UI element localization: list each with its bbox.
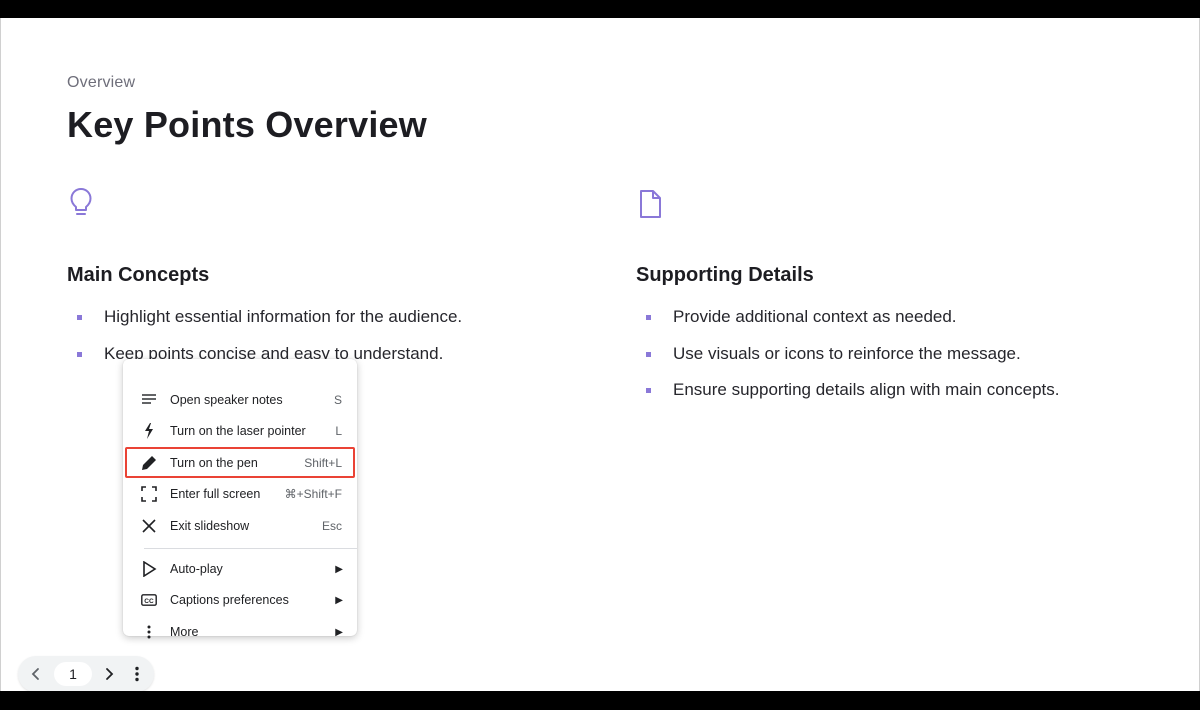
menu-item-label: Exit slideshow	[170, 519, 250, 533]
bullet-text: Provide additional context as needed.	[673, 307, 957, 326]
bullet-marker	[646, 351, 651, 357]
list-item: Highlight essential information for the …	[67, 307, 567, 344]
bullet-marker	[77, 315, 82, 320]
slide-navigation-bar: 1	[18, 656, 154, 692]
menu-item-label: Captions preferences	[170, 593, 289, 607]
supporting-details-heading: Supporting Details	[636, 264, 814, 286]
menu-item-open-speaker-notes[interactable]: Open speaker notes S	[123, 385, 357, 415]
window-top-bar	[0, 0, 1200, 18]
list-item: Use visuals or icons to reinforce the me…	[636, 344, 1136, 381]
pen-icon	[142, 456, 156, 470]
document-icon	[640, 190, 661, 218]
bullet-marker	[646, 315, 651, 320]
close-icon	[142, 519, 156, 533]
laser-pointer-icon	[145, 423, 153, 439]
slideshow-options-menu: Open speaker notes S Turn on the laser p…	[123, 359, 357, 639]
menu-item-label: Auto-play	[170, 562, 223, 576]
menu-item-laser-pointer[interactable]: Turn on the laser pointer L	[123, 416, 357, 446]
menu-item-captions-preferences[interactable]: CC Captions preferences ▶	[123, 585, 357, 615]
menu-item-shortcut: L	[335, 424, 342, 438]
notes-icon	[142, 394, 156, 404]
list-item: Provide additional context as needed.	[636, 307, 1136, 344]
svg-text:CC: CC	[144, 598, 154, 605]
captions-icon: CC	[141, 594, 157, 606]
window-bottom-bar	[0, 691, 1200, 710]
slide-eyebrow: Overview	[67, 74, 136, 91]
menu-item-turn-on-pen[interactable]: Turn on the pen Shift+L	[123, 448, 357, 478]
bullet-text: Use visuals or icons to reinforce the me…	[673, 343, 1021, 363]
options-menu-icon[interactable]	[128, 665, 146, 683]
main-concepts-heading: Main Concepts	[67, 264, 210, 286]
menu-item-label: Enter full screen	[170, 487, 261, 501]
submenu-arrow-icon: ▶	[335, 594, 343, 606]
menu-item-label: Turn on the laser pointer	[170, 424, 306, 438]
menu-item-auto-play[interactable]: Auto-play ▶	[123, 554, 357, 584]
more-vertical-icon	[147, 625, 151, 639]
list-item: Ensure supporting details align with mai…	[636, 380, 1136, 417]
submenu-arrow-icon: ▶	[335, 563, 343, 575]
menu-item-label: More	[170, 625, 199, 639]
menu-item-more[interactable]: More ▶	[123, 617, 357, 647]
menu-item-shortcut: ⌘+Shift+F	[284, 487, 342, 501]
menu-item-shortcut: S	[333, 393, 342, 407]
bullet-marker	[646, 388, 651, 393]
menu-item-exit-slideshow[interactable]: Exit slideshow Esc	[123, 511, 357, 541]
next-slide-icon[interactable]	[100, 665, 118, 683]
supporting-details-list: Provide additional context as needed. Us…	[636, 307, 1136, 417]
menu-item-shortcut: Esc	[321, 519, 342, 533]
menu-item-enter-full-screen[interactable]: Enter full screen ⌘+Shift+F	[123, 479, 357, 509]
slide-title: Key Points Overview	[67, 104, 427, 145]
menu-divider	[144, 548, 357, 549]
bullet-marker	[77, 351, 82, 357]
main-concepts-column: Main Concepts Highlight essential inform…	[67, 186, 567, 380]
bullet-text: Highlight essential information for the …	[104, 307, 463, 326]
play-icon	[143, 561, 157, 577]
page-number[interactable]: 1	[54, 662, 92, 686]
fullscreen-icon	[141, 486, 157, 502]
menu-item-label: Turn on the pen	[170, 456, 258, 470]
lightbulb-icon	[70, 188, 92, 215]
bullet-text: Ensure supporting details align with mai…	[673, 380, 1060, 399]
menu-item-label: Open speaker notes	[170, 393, 283, 407]
submenu-arrow-icon: ▶	[335, 626, 343, 638]
supporting-details-column: Supporting Details Provide additional co…	[636, 186, 1136, 417]
previous-slide-icon[interactable]	[27, 665, 45, 683]
menu-item-shortcut: Shift+L	[304, 456, 342, 470]
